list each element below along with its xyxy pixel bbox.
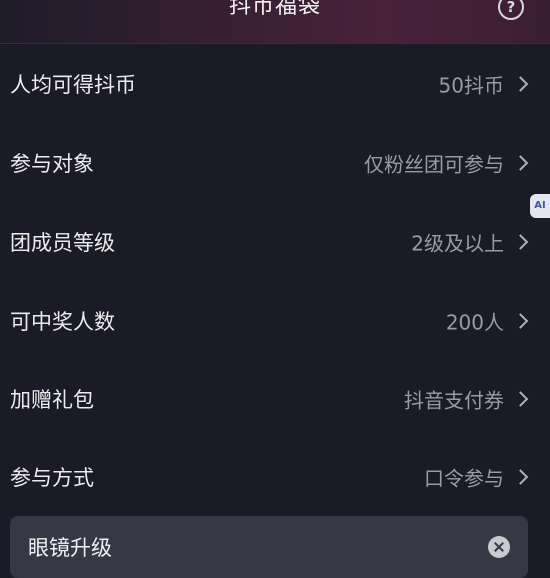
row-bonus-gift[interactable]: 加赠礼包 抖音支付券 [0,369,550,429]
chevron-right-icon [512,313,529,329]
row-value: 口令参与 [424,466,504,491]
row-label: 团成员等级 [10,231,115,255]
row-value: 200人 [445,310,504,335]
row-value: 50抖币 [438,73,504,98]
row-winner-count[interactable]: 可中奖人数 200人 [0,291,550,351]
chevron-right-icon [512,469,529,485]
row-value: 2级及以上 [411,231,504,256]
row-member-level[interactable]: 团成员等级 2级及以上 [0,212,550,272]
row-label: 加赠礼包 [10,388,94,412]
chevron-right-icon [512,76,529,92]
chevron-right-icon [512,155,529,171]
row-label: 人均可得抖币 [10,73,136,97]
row-participants[interactable]: 参与对象 仅粉丝团可参与 [0,133,550,193]
ai-side-tab[interactable]: AI [530,194,550,218]
row-label: 参与方式 [10,466,94,490]
row-value: 仅粉丝团可参与 [364,152,504,177]
chevron-right-icon [512,391,529,407]
row-per-person-coins[interactable]: 人均可得抖币 50抖币 [0,54,550,114]
row-participation-method[interactable]: 参与方式 口令参与 [0,447,550,507]
header-bar: 抖币福袋 ? [0,0,550,44]
row-label: 参与对象 [10,152,94,176]
password-input[interactable]: 眼镜升级 [28,532,112,562]
row-label: 可中奖人数 [10,310,115,334]
page-title: 抖币福袋 [228,0,321,19]
row-value: 抖音支付券 [404,388,504,413]
clear-icon[interactable] [488,536,510,558]
chevron-right-icon [512,234,529,250]
password-input-box[interactable]: 眼镜升级 [10,516,528,578]
